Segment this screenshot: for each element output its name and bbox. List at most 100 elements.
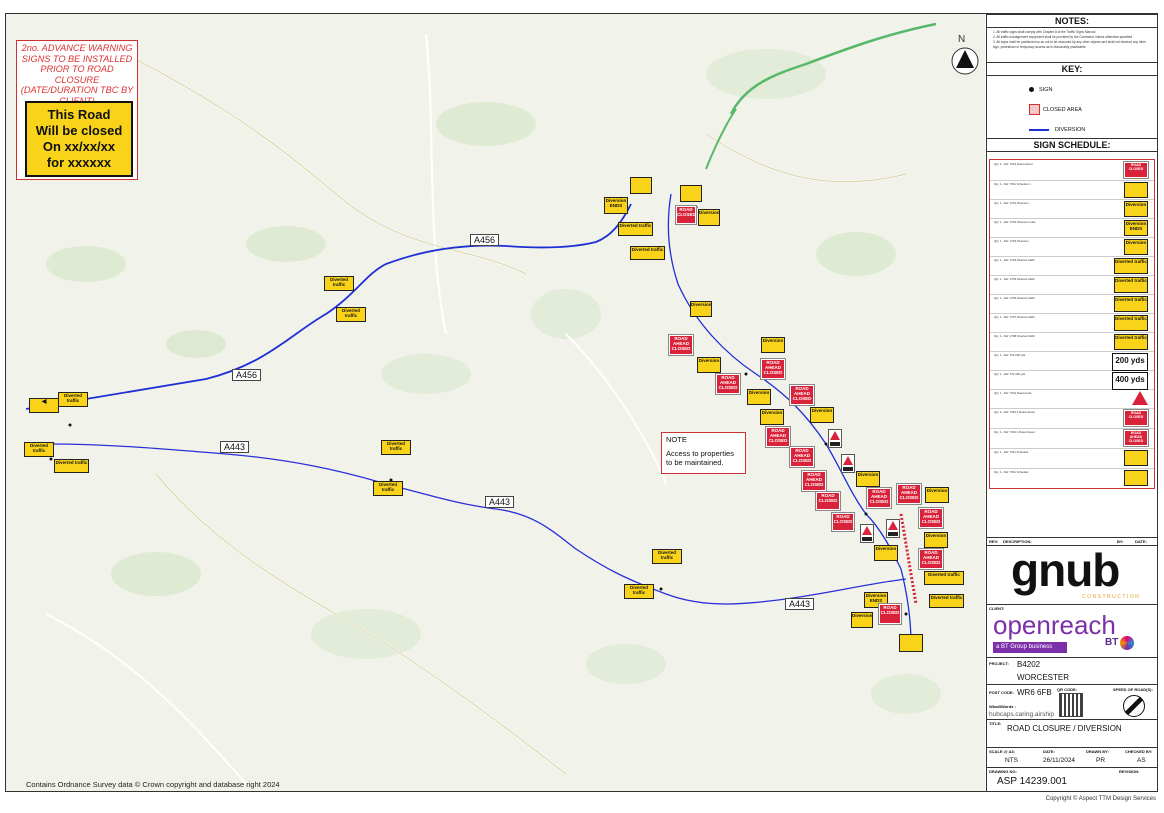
- schedule-row: Qty: 2 - Ref: 7019 Road closed ROAD CLOSE…: [990, 160, 1154, 181]
- sign-line-4: for xxxxxx: [46, 155, 112, 170]
- rev-label: REV:: [989, 539, 999, 544]
- road-label-a456-west: A456: [232, 369, 262, 381]
- sign-road-closed: ROAD CLOSED: [878, 603, 902, 625]
- revision-label: REVISION:: [1119, 769, 1140, 774]
- sign-diversion: Diversion: [925, 487, 949, 503]
- sign-diversion: Diversion: [874, 545, 898, 561]
- schedule-row: Qty: 1 - Ref: 572 200 yds 200 yds: [990, 351, 1154, 371]
- notes-title: NOTES:: [987, 14, 1157, 28]
- note-item: 3. All signs shall be positioned so as n…: [993, 40, 1147, 49]
- sign-diversion: Diversion: [747, 389, 771, 405]
- date2-label: DATE:: [1043, 749, 1055, 754]
- advance-warning-sign: This Road Will be closed On xx/xx/xx for…: [25, 101, 133, 177]
- drawing-no: ASP 14239.001: [997, 776, 1067, 787]
- w3w-label: What3Words :: [989, 704, 1016, 709]
- schedule-row: Qty: 1 - Ref: 7011 Schedule 1: [990, 180, 1154, 200]
- sign-diversion: Diversion: [760, 409, 784, 425]
- sign-diverted-traffic: ◀: [29, 398, 59, 413]
- north-arrow-icon: [951, 47, 979, 75]
- scale-value: NTS: [1005, 757, 1018, 764]
- road-label-a443-mid: A443: [485, 496, 515, 508]
- sign-diversion: Diversion: [851, 612, 873, 628]
- sign-diverted-traffic: Diverted traffic: [624, 584, 654, 599]
- date-label: DATE:: [1135, 539, 1147, 544]
- sign-road-closed: ROAD CLOSED: [675, 205, 697, 225]
- sign-diverted-traffic: Diverted traffic: [652, 549, 682, 564]
- w3w-value: hubcaps.caring.airship: [989, 711, 1055, 718]
- sign-diversion: Diversion: [698, 209, 720, 226]
- closed-area-icon: [1029, 104, 1040, 115]
- sign-line-3: On xx/xx/xx: [42, 139, 116, 154]
- advance-warning-box: 2no. ADVANCE WARNING SIGNS TO BE INSTALL…: [16, 40, 138, 180]
- roadworks-triangle-icon: [828, 429, 842, 448]
- note-text: Access to properties to be maintained.: [666, 449, 734, 467]
- title-label: TITLE:: [989, 721, 1002, 726]
- checked-value: AS: [1137, 757, 1146, 764]
- sign-road-ahead-closed: ROAD AHEAD CLOSED: [789, 446, 815, 468]
- sign-schedule: [899, 634, 923, 652]
- sign-diversion-ends: Diversion ENDS: [604, 197, 628, 214]
- postcode: WR6 6FB: [1017, 688, 1052, 697]
- drawing-no-label: DRAWING NO:: [989, 769, 1017, 774]
- postcode-label: POST CODE:: [989, 690, 1014, 695]
- sign-schedule: [630, 177, 652, 194]
- advance-warning-text: 2no. ADVANCE WARNING SIGNS TO BE INSTALL…: [20, 43, 134, 106]
- sign-schedule: [680, 185, 702, 202]
- key-closed-label: CLOSED AREA: [1043, 107, 1082, 113]
- sign-line-2: Will be closed: [35, 123, 123, 138]
- north-arrow: N: [950, 34, 980, 78]
- sign-road-ahead-closed: ROAD AHEAD CLOSED: [668, 334, 694, 356]
- road-label-a443-west: A443: [220, 441, 250, 453]
- sign-road-ahead-closed: ROAD AHEAD CLOSED: [760, 358, 786, 380]
- sign-road-ahead-closed: ROAD AHEAD CLOSED: [715, 373, 741, 395]
- project-ref: B4202: [1017, 660, 1041, 669]
- key-sign-label: SIGN: [1039, 87, 1053, 93]
- sign-diversion: Diversion: [761, 337, 785, 353]
- schedule-row: Qty: 1 - Ref: 2703 Diversion Diversion: [990, 237, 1154, 257]
- copyright: Copyright © Aspect TTM Design Services: [1045, 796, 1156, 802]
- sign-diversion: Diversion: [697, 357, 721, 373]
- schedule-row: Qty: 1 - Ref: 572 400 yds 400 yds: [990, 370, 1154, 390]
- map-area[interactable]: 2no. ADVANCE WARNING SIGNS TO BE INSTALL…: [6, 14, 985, 791]
- key-closed-row: CLOSED AREA: [987, 102, 1157, 118]
- checked-label: CHECKED BY:: [1125, 749, 1153, 754]
- sign-dot-icon: [1029, 87, 1034, 92]
- sign-diverted-traffic: Diverted traffic: [58, 392, 88, 407]
- date-value: 26/11/2024: [1043, 757, 1076, 764]
- openreach-tagline: a BT Group business: [993, 642, 1067, 653]
- sign-road-ahead-closed: ROAD AHEAD CLOSED: [896, 483, 922, 505]
- drawn-label: DRAWN BY:: [1086, 749, 1109, 754]
- schedule-row: Qty: 2 - Ref: 7010.1 Road closed ROAD CLO…: [990, 408, 1154, 429]
- sign-road-closed: ROAD CLOSED: [831, 512, 855, 532]
- schedule-row: Qty: 1 - Ref: 2707 Diverted traffic Diver…: [990, 313, 1154, 333]
- sign-diverted-traffic: Diverted traffic: [54, 459, 89, 473]
- sign-road-closed: ROAD CLOSED: [815, 491, 841, 511]
- schedule-row: Qty: 1 - Ref: 7010.1 Road closed ROAD AHE…: [990, 428, 1154, 449]
- drawn-value: PR: [1096, 757, 1106, 764]
- key-sign-row: SIGN: [987, 82, 1157, 98]
- sign-diverted-traffic: Diverted traffic: [324, 276, 354, 291]
- title-block-panel: NOTES: 1. All traffic signs shall comply…: [986, 14, 1157, 791]
- sign-road-ahead-closed: ROAD AHEAD CLOSED: [866, 487, 892, 509]
- sign-diverted-traffic: Diverted traffic: [929, 594, 964, 608]
- sign-diverted-traffic: Diverted traffic: [630, 246, 665, 260]
- schedule-row: Qty: 1 - Ref: 7011 Schedule: [990, 468, 1154, 488]
- schedule-row: Qty: 1 - Ref: 2706 Diverted traffic Diver…: [990, 294, 1154, 314]
- bt-globe-icon: [1120, 636, 1135, 650]
- sign-road-ahead-closed: ROAD AHEAD CLOSED: [765, 426, 791, 448]
- gnub-logo: gnub: [1011, 544, 1120, 596]
- schedule-row: Qty: 1 - Ref: 2704 Diverted traffic Diver…: [990, 256, 1154, 276]
- sign-road-ahead-closed: ROAD AHEAD CLOSED: [918, 507, 944, 529]
- schedule-row: Qty: 1 - Ref: 2701 Diversion Diversion: [990, 199, 1154, 219]
- sign-line-1: This Road: [47, 107, 111, 122]
- schedule-row: Qty: 1 - Ref: 7001 Road works: [990, 389, 1154, 409]
- north-label: N: [958, 34, 966, 45]
- sign-diversion: Diversion: [856, 471, 880, 487]
- schedule-row: Qty: 1 - Ref: 7011 Schedule: [990, 448, 1154, 469]
- map-roads-svg: [25, 22, 941, 785]
- notes-list: 1. All traffic signs shall comply with C…: [993, 30, 1151, 50]
- sign-diverted-traffic: Diverted traffic: [336, 307, 366, 322]
- sign-diversion: Diversion: [690, 301, 712, 317]
- qr-code-icon[interactable]: [1059, 693, 1083, 717]
- road-label-a443-east: A443: [785, 598, 815, 610]
